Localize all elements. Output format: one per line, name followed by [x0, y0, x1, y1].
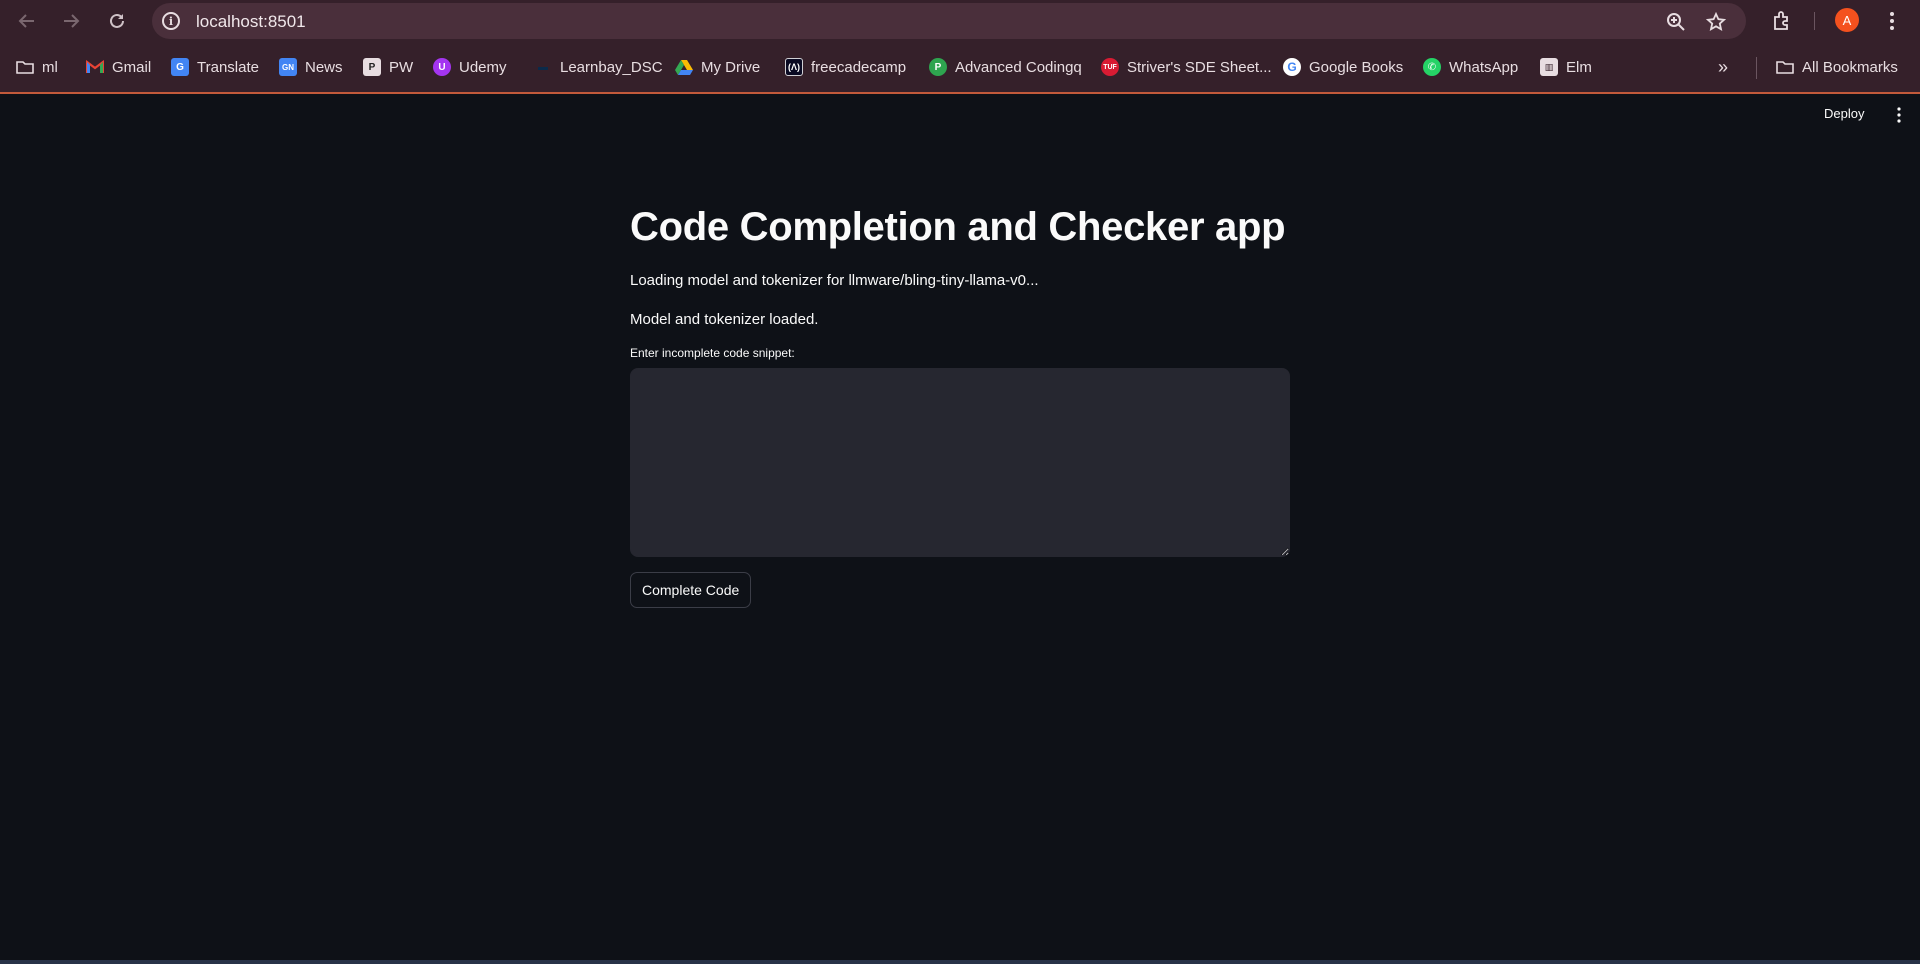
- loaded-message: Model and tokenizer loaded.: [630, 311, 819, 328]
- forward-button[interactable]: [58, 8, 84, 34]
- bookmark-pw[interactable]: P PW: [363, 56, 413, 78]
- bookmark-freecodecamp[interactable]: (Λ) freecadecamp: [785, 56, 906, 78]
- bookmarks-bar: ml Gmail G Translate GN News P PW U Udem…: [0, 42, 1920, 94]
- browser-toolbar: i localhost:8501 A: [0, 0, 1920, 42]
- bookmark-label: WhatsApp: [1449, 58, 1519, 76]
- bookmark-label: News: [305, 58, 343, 76]
- elm-icon: ▥: [1540, 58, 1558, 76]
- bookmark-label: Learnbay_DSC: [560, 58, 663, 76]
- bookmark-learnbay[interactable]: ▬ Learnbay_DSC: [534, 56, 663, 78]
- code-snippet-input[interactable]: [630, 368, 1290, 557]
- back-button[interactable]: [14, 8, 40, 34]
- google-icon: G: [1283, 58, 1301, 76]
- bookmark-label: freecadecamp: [811, 58, 907, 76]
- gmail-icon: [86, 59, 104, 73]
- more-bookmarks-chevron-icon[interactable]: »: [1718, 56, 1728, 78]
- bookmark-label: My Drive: [701, 58, 761, 76]
- bookmark-label: Gmail: [112, 58, 152, 76]
- udemy-icon: U: [433, 58, 451, 76]
- address-bar[interactable]: i localhost:8501: [152, 3, 1746, 39]
- bookmark-label: PW: [389, 58, 414, 76]
- profile-avatar[interactable]: A: [1835, 8, 1859, 32]
- reload-button[interactable]: [104, 8, 130, 34]
- back-arrow-icon: [18, 14, 34, 28]
- learnbay-icon: ▬: [538, 61, 548, 73]
- freecodecamp-icon: (Λ): [785, 58, 803, 76]
- bookmark-translate[interactable]: G Translate: [171, 56, 259, 78]
- bookmarks-divider: [1756, 57, 1757, 79]
- tuf-icon: TUF: [1101, 58, 1119, 76]
- browser-menu-icon[interactable]: [1880, 9, 1904, 33]
- code-input-label: Enter incomplete code snippet:: [630, 346, 795, 360]
- pw-icon: P: [363, 58, 381, 76]
- bottom-edge: [0, 960, 1920, 964]
- bookmark-udemy[interactable]: U Udemy: [433, 56, 507, 78]
- folder-icon: [16, 61, 34, 74]
- bookmark-strivers-sheet[interactable]: TUF Striver's SDE Sheet...: [1101, 56, 1272, 78]
- bookmark-label: Google Books: [1309, 58, 1404, 76]
- forward-arrow-icon: [64, 14, 80, 28]
- bookmark-star-icon[interactable]: [1706, 12, 1726, 32]
- bookmark-folder-ml[interactable]: ml: [16, 56, 58, 78]
- translate-icon: G: [171, 58, 189, 76]
- app-menu-icon[interactable]: [1893, 106, 1905, 124]
- page-title: Code Completion and Checker app: [630, 205, 1286, 249]
- bookmark-whatsapp[interactable]: ✆ WhatsApp: [1423, 56, 1518, 78]
- complete-code-button[interactable]: Complete Code: [630, 572, 752, 608]
- bookmark-gmail[interactable]: Gmail: [86, 56, 151, 78]
- bookmark-news[interactable]: GN News: [279, 56, 343, 78]
- drive-icon: [675, 60, 693, 75]
- bookmark-label: Striver's SDE Sheet...: [1127, 58, 1272, 76]
- bookmark-advanced-codingq[interactable]: P Advanced Codingq: [929, 56, 1082, 78]
- bookmark-elm[interactable]: ▥ Elm: [1540, 56, 1592, 78]
- zoom-icon[interactable]: [1666, 12, 1686, 32]
- bookmark-my-drive[interactable]: My Drive: [675, 56, 760, 78]
- folder-icon: [1776, 61, 1794, 74]
- site-info-icon[interactable]: i: [162, 12, 180, 30]
- all-bookmarks-folder[interactable]: All Bookmarks: [1776, 56, 1898, 78]
- bookmark-label: Udemy: [459, 58, 507, 76]
- url-text[interactable]: localhost:8501: [196, 12, 306, 32]
- loading-message: Loading model and tokenizer for llmware/…: [630, 272, 1039, 289]
- deploy-button[interactable]: Deploy: [1824, 106, 1864, 121]
- bookmark-label: Translate: [197, 58, 259, 76]
- main-content: Code Completion and Checker app Loading …: [630, 200, 1290, 608]
- whatsapp-icon: ✆: [1423, 58, 1441, 76]
- toolbar-divider: [1814, 12, 1815, 30]
- bookmark-label: Advanced Codingq: [955, 58, 1082, 76]
- all-bookmarks-label: All Bookmarks: [1802, 58, 1898, 76]
- bookmark-label: ml: [42, 58, 58, 76]
- bookmark-label: Elm: [1566, 58, 1592, 76]
- bookmark-google-books[interactable]: G Google Books: [1283, 56, 1403, 78]
- news-icon: GN: [279, 58, 297, 76]
- codingq-icon: P: [929, 58, 947, 76]
- reload-icon: [110, 13, 124, 28]
- extensions-icon[interactable]: [1770, 9, 1794, 33]
